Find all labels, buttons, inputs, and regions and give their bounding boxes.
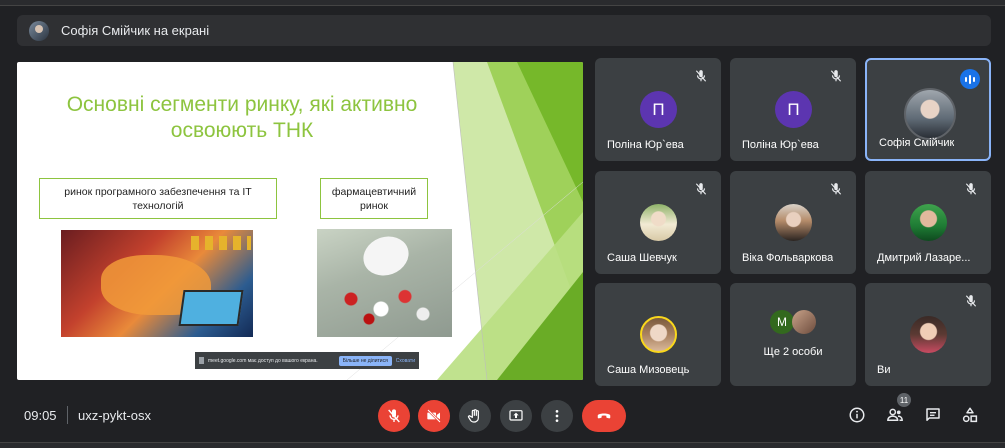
leave-call-button[interactable] (582, 400, 626, 432)
more-options-button[interactable] (541, 400, 573, 432)
participant-avatar (904, 88, 956, 140)
pause-icon (199, 357, 204, 364)
meeting-controls-bar: 09:05 uxz-pykt-osx 11 (0, 390, 1005, 438)
mic-off-icon (965, 183, 977, 195)
grouped-avatars: М (770, 310, 816, 334)
people-button[interactable] (884, 404, 906, 426)
participant-name: Софія Смійчик (879, 137, 955, 149)
more-participants-label: Ще 2 особи (763, 346, 823, 358)
participant-avatar (910, 316, 947, 353)
participant-tile[interactable]: П Поліна Юр`ева (595, 58, 721, 161)
meeting-code: uxz-pykt-osx (78, 408, 151, 423)
hand-icon (467, 409, 479, 423)
participant-tile[interactable]: Саша Мизовець (595, 283, 721, 386)
camera-off-icon (427, 409, 441, 423)
participant-avatar (775, 204, 812, 241)
people-icon (887, 408, 903, 421)
shapes-icon (962, 407, 978, 423)
participant-avatar (792, 310, 816, 334)
participant-name: Поліна Юр`ева (742, 139, 819, 151)
slide-title: Основні сегменти ринку, які активно осво… (66, 93, 418, 142)
present-screen-icon (509, 410, 523, 421)
participant-avatar (640, 204, 677, 241)
participant-tile[interactable]: Дмитрий Лазаре... (865, 171, 991, 274)
camera-toggle-button[interactable] (418, 400, 450, 432)
microphone-toggle-button[interactable] (378, 400, 410, 432)
mic-off-icon (830, 70, 842, 82)
shared-screen-slide: Основні сегменти ринку, які активно осво… (17, 62, 583, 380)
participant-avatar (640, 316, 677, 353)
speaking-indicator-icon (960, 69, 980, 89)
screen-share-notice: meet.google.com має доступ до вашого екр… (195, 352, 419, 369)
presenter-label: Софія Смійчик на екрані (61, 23, 210, 38)
activities-button[interactable] (959, 404, 981, 426)
mic-off-icon (830, 183, 842, 195)
participant-name: Саша Шевчук (607, 252, 677, 264)
participant-tile[interactable]: Віка Фольваркова (730, 171, 856, 274)
more-participants-tile[interactable]: М Ще 2 особи (730, 283, 856, 386)
window-bottom-frame (0, 442, 1005, 448)
participant-name: Віка Фольваркова (742, 252, 834, 264)
participant-name: Саша Мизовець (607, 364, 690, 376)
window-top-frame (0, 0, 1005, 6)
meeting-details-button[interactable] (846, 404, 868, 426)
mic-off-icon (388, 409, 400, 423)
meeting-clock: 09:05 (24, 408, 57, 423)
participant-name: Поліна Юр`ева (607, 139, 684, 151)
mic-off-icon (695, 70, 707, 82)
mic-off-icon (965, 295, 977, 307)
participant-avatar: П (775, 91, 812, 128)
present-screen-button[interactable] (500, 400, 532, 432)
participant-tile[interactable]: П Поліна Юр`ева (730, 58, 856, 161)
participant-avatar: М (770, 310, 794, 334)
pharma-pills-image (317, 229, 452, 337)
participant-avatar (910, 204, 947, 241)
hang-up-icon (597, 413, 611, 419)
participants-count-badge: 11 (897, 393, 911, 407)
participant-name: Ви (877, 364, 891, 376)
participant-avatar: П (640, 91, 677, 128)
stop-sharing-button[interactable]: Більше не ділитися (338, 355, 392, 366)
participant-tile-active[interactable]: Софія Смійчик (865, 58, 991, 161)
divider (67, 406, 68, 424)
presenter-bar: Софія Смійчик на екрані (17, 15, 991, 46)
presenter-avatar (29, 20, 49, 41)
info-icon (849, 407, 865, 423)
segment-pharma-box: фармацевтичний ринок (320, 178, 428, 219)
raise-hand-button[interactable] (459, 400, 491, 432)
participant-tile[interactable]: Саша Шевчук (595, 171, 721, 274)
segment-software-box: ринок програмного забезпечення та IT тех… (39, 178, 277, 219)
self-tile[interactable]: Ви (865, 283, 991, 386)
hide-notice-button[interactable]: Сховати (396, 358, 415, 364)
share-notice-text: meet.google.com має доступ до вашого екр… (208, 357, 318, 364)
more-vert-icon (555, 410, 559, 422)
it-technology-image (61, 230, 253, 337)
chat-button[interactable] (922, 404, 944, 426)
participant-name: Дмитрий Лазаре... (877, 252, 971, 264)
chat-icon (926, 408, 940, 421)
mic-off-icon (695, 183, 707, 195)
